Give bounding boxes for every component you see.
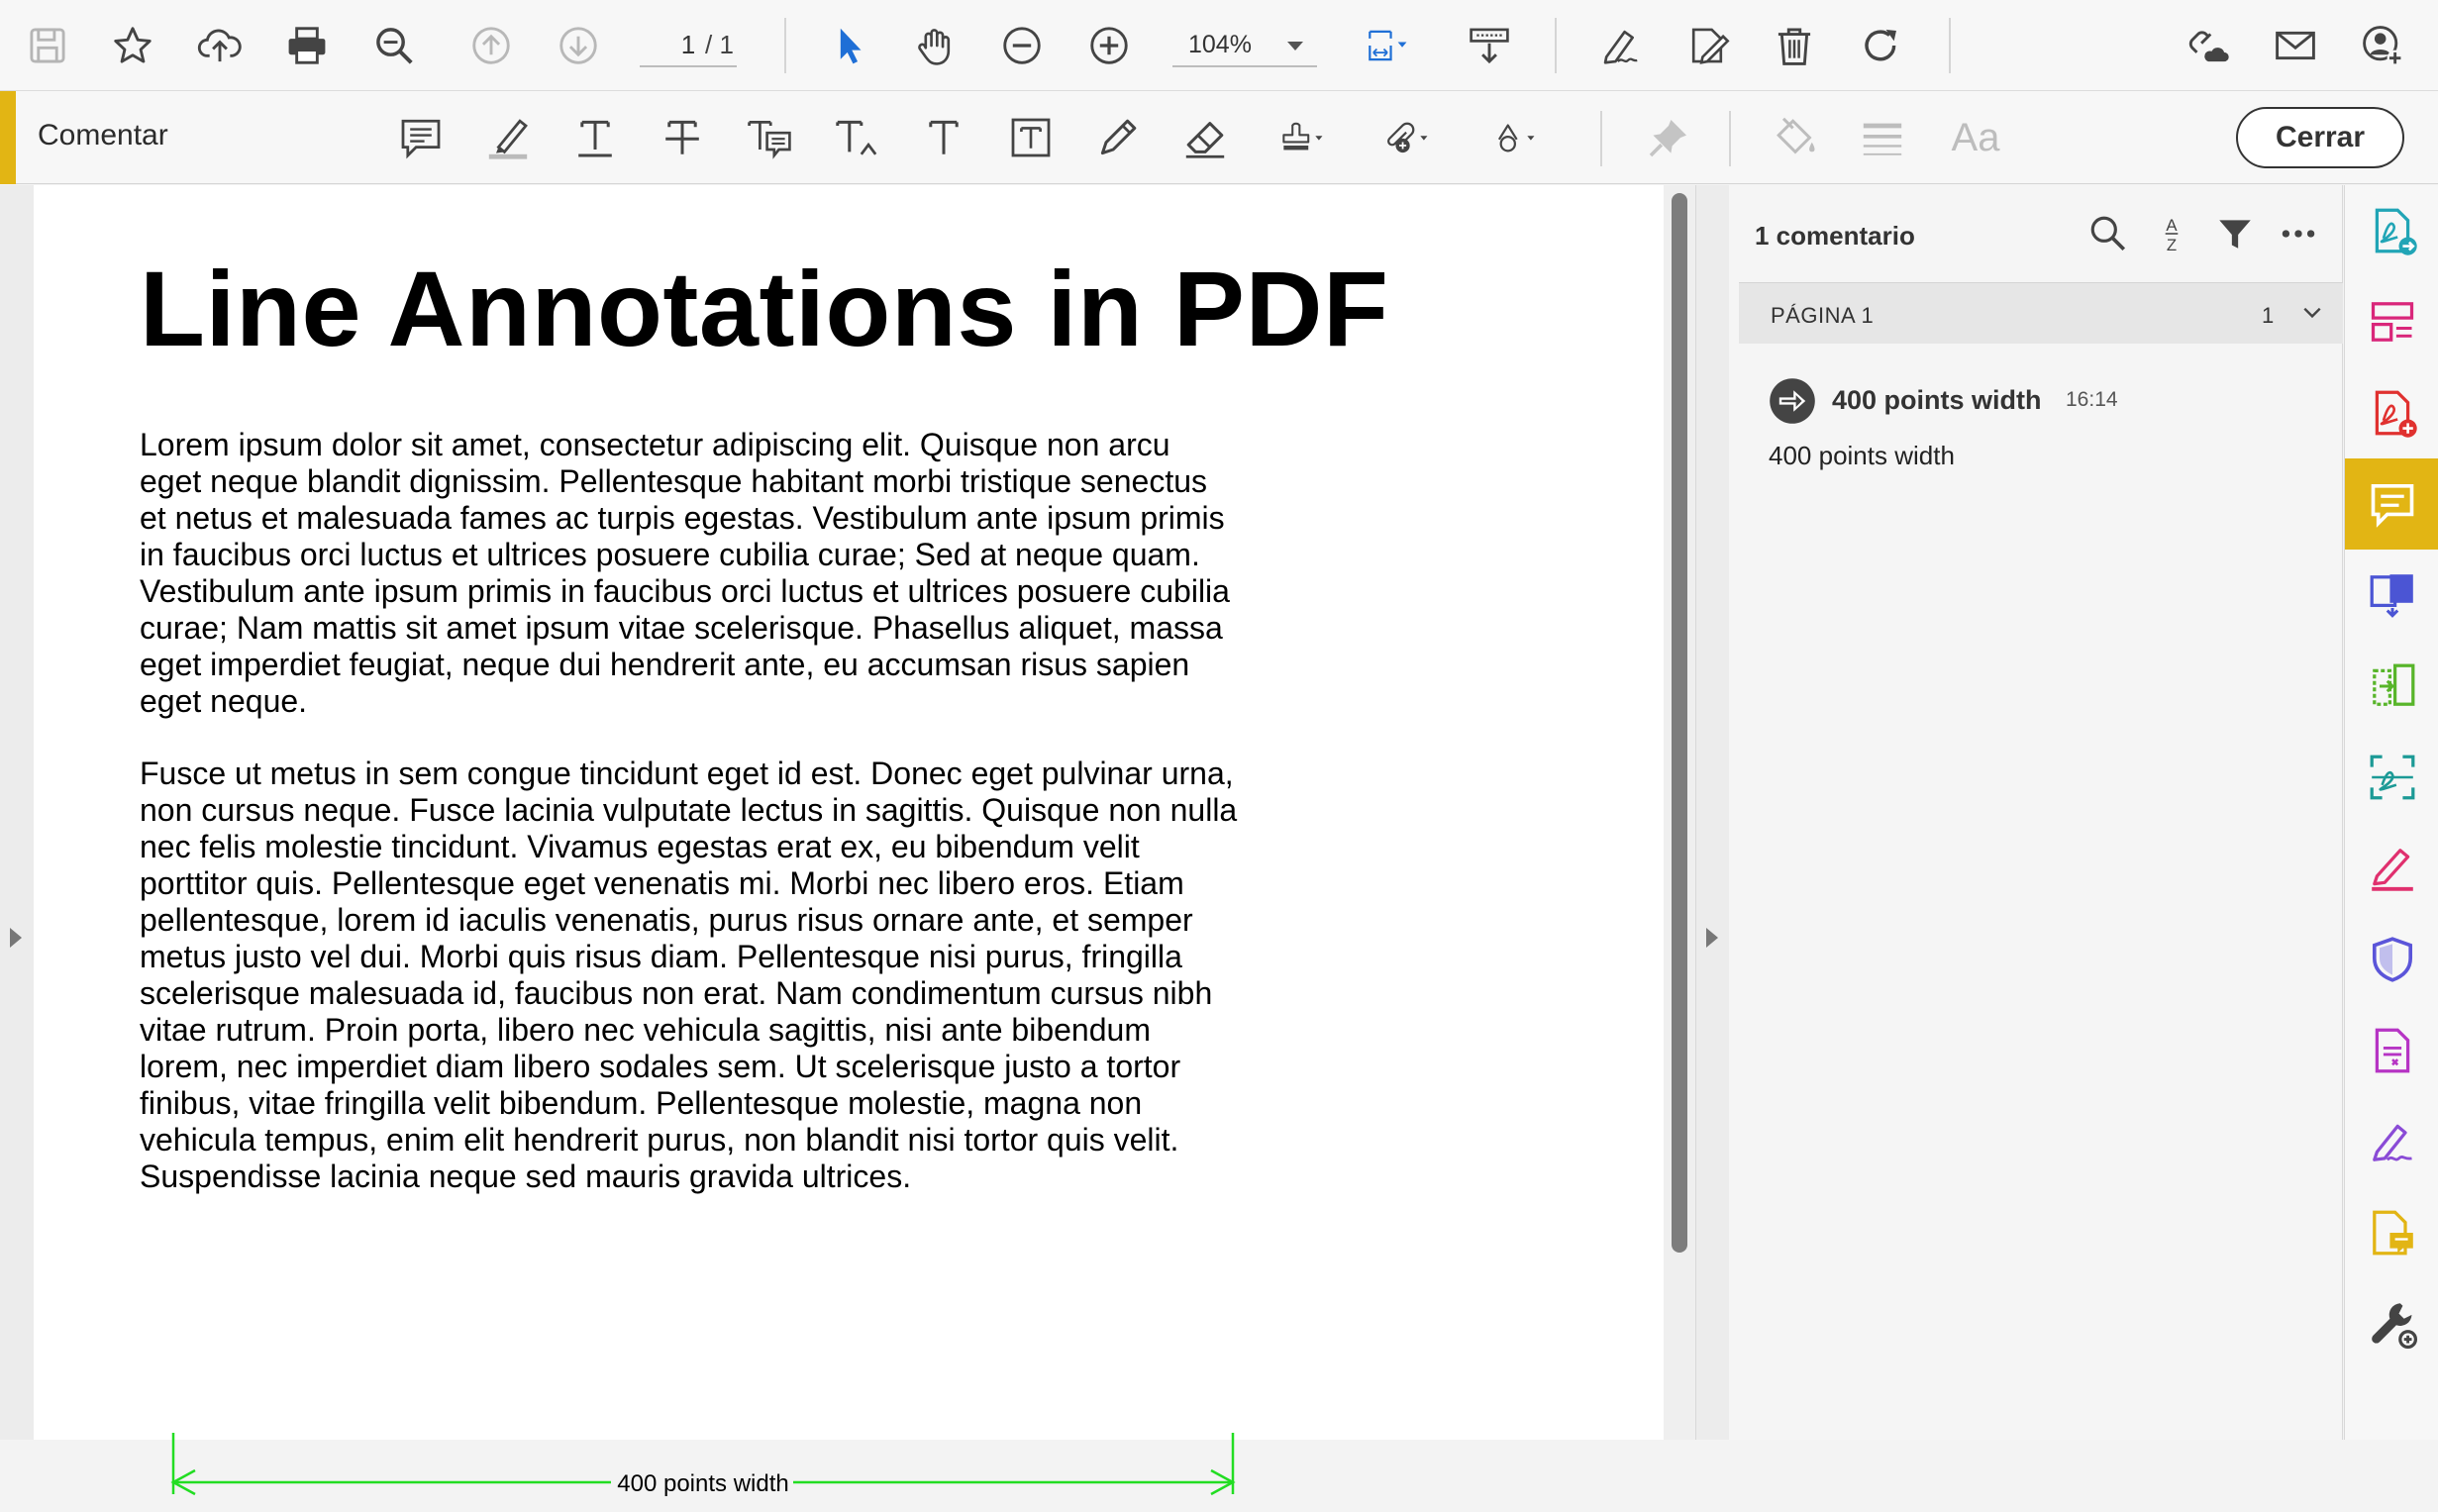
previous-page-icon[interactable] bbox=[465, 20, 517, 71]
pencil-icon[interactable] bbox=[1091, 111, 1145, 164]
comment-count: 1 comentario bbox=[1755, 221, 1915, 251]
document-title: Line Annotations in PDF bbox=[140, 249, 1389, 368]
text-box-icon[interactable] bbox=[1004, 111, 1058, 164]
text-properties-button[interactable]: Aa bbox=[1941, 111, 2010, 164]
add-text-icon[interactable] bbox=[917, 111, 970, 164]
star-icon[interactable] bbox=[107, 20, 158, 71]
line-style-icon[interactable] bbox=[1856, 111, 1909, 164]
hand-tool-icon[interactable] bbox=[909, 20, 961, 71]
pdf-page: Line Annotations in PDF Lorem ipsum dolo… bbox=[34, 185, 1664, 1497]
eraser-icon[interactable] bbox=[1178, 111, 1232, 164]
chevron-down-icon bbox=[1287, 42, 1303, 50]
search-icon[interactable] bbox=[2083, 209, 2133, 258]
toolbar-divider bbox=[1949, 18, 1951, 73]
strikethrough-text-icon[interactable] bbox=[656, 111, 709, 164]
toolbar-divider bbox=[784, 18, 786, 73]
zoom-value: 104% bbox=[1188, 30, 1252, 58]
export-pdf-icon[interactable] bbox=[2345, 185, 2438, 276]
chevron-down-icon bbox=[2303, 307, 2321, 319]
more-options-icon[interactable] bbox=[2274, 209, 2323, 258]
fill-sign-icon[interactable] bbox=[2345, 823, 2438, 914]
organize-pages-icon[interactable] bbox=[2345, 276, 2438, 367]
comment-tool-label: Comentar bbox=[38, 119, 168, 151]
page-total: / 1 bbox=[705, 30, 734, 59]
save-icon[interactable] bbox=[22, 20, 73, 71]
pin-icon[interactable] bbox=[1642, 111, 1695, 164]
highlight-icon[interactable] bbox=[481, 111, 535, 164]
toolbar-divider bbox=[1600, 111, 1602, 166]
comment-toolbar: Comentar Aa Cerrar bbox=[0, 91, 2438, 184]
scan-pdf-icon[interactable] bbox=[2345, 732, 2438, 823]
document-paragraph: Fusce ut metus in sem congue tincidunt e… bbox=[140, 756, 1238, 1194]
main-toolbar: 1 / 1 104% bbox=[0, 0, 2438, 91]
comment-author: 400 points width bbox=[1832, 385, 2042, 415]
comments-panel: 1 comentario AZ PÁGINA 1 1 400 points wi… bbox=[1729, 185, 2343, 1440]
comment-item[interactable]: 400 points width 16:14 400 points width bbox=[1739, 353, 2343, 492]
comment-toolbar-accent bbox=[0, 91, 16, 184]
add-user-icon[interactable] bbox=[2357, 20, 2408, 71]
comment-text: 400 points width bbox=[1769, 441, 1955, 470]
sign-pen-icon[interactable] bbox=[1594, 20, 1646, 71]
request-signature-icon[interactable] bbox=[2345, 1096, 2438, 1187]
close-comment-button[interactable]: Cerrar bbox=[2236, 107, 2404, 168]
send-comments-icon[interactable] bbox=[2345, 1187, 2438, 1278]
svg-text:Z: Z bbox=[2167, 236, 2177, 254]
combine-files-icon[interactable] bbox=[2345, 550, 2438, 641]
fill-color-icon[interactable] bbox=[1769, 111, 1822, 164]
insert-text-icon[interactable] bbox=[830, 111, 883, 164]
comment-tool-icon[interactable] bbox=[2345, 458, 2438, 550]
svg-text:A: A bbox=[2166, 216, 2178, 235]
vertical-scrollbar[interactable] bbox=[1664, 185, 1695, 1440]
link-cloud-icon[interactable] bbox=[2183, 20, 2234, 71]
attach-file-icon[interactable] bbox=[1371, 111, 1444, 164]
document-paragraph: Lorem ipsum dolor sit amet, consectetur … bbox=[140, 427, 1230, 719]
protect-shield-icon[interactable] bbox=[2345, 914, 2438, 1005]
line-annotation[interactable]: 400 points width bbox=[169, 1433, 1239, 1512]
select-cursor-icon[interactable] bbox=[824, 20, 875, 71]
page-group-label: PÁGINA 1 bbox=[1771, 303, 1875, 328]
next-page-icon[interactable] bbox=[553, 20, 604, 71]
zoom-out-icon[interactable] bbox=[996, 20, 1048, 71]
print-icon[interactable] bbox=[281, 20, 333, 71]
optimize-pdf-icon[interactable] bbox=[2345, 1005, 2438, 1096]
drawing-tools-icon[interactable] bbox=[1477, 111, 1551, 164]
replace-text-icon[interactable] bbox=[743, 111, 796, 164]
filter-icon[interactable] bbox=[2210, 209, 2260, 258]
stamp-icon[interactable] bbox=[1266, 111, 1339, 164]
scroll-mode-icon[interactable] bbox=[1464, 20, 1515, 71]
tools-rail bbox=[2344, 185, 2438, 1440]
sort-az-icon[interactable]: AZ bbox=[2147, 209, 2196, 258]
toolbar-divider bbox=[1555, 18, 1557, 73]
underline-text-icon[interactable] bbox=[568, 111, 622, 164]
cloud-upload-icon[interactable] bbox=[194, 20, 246, 71]
scrollbar-thumb[interactable] bbox=[1672, 193, 1687, 1253]
fit-page-icon[interactable] bbox=[1353, 20, 1422, 71]
comment-time: 16:14 bbox=[2066, 388, 2118, 411]
line-annotation-label: 400 points width bbox=[617, 1470, 788, 1497]
zoom-search-icon[interactable] bbox=[368, 20, 420, 71]
chevron-right-icon bbox=[1706, 928, 1718, 948]
line-comment-icon bbox=[1770, 378, 1815, 424]
create-pdf-icon[interactable] bbox=[2345, 367, 2438, 458]
edit-pdf-icon[interactable] bbox=[1681, 20, 1733, 71]
page-group-count: 1 bbox=[2262, 303, 2275, 328]
left-panel-toggle[interactable] bbox=[0, 185, 34, 1440]
chevron-right-icon bbox=[10, 928, 22, 948]
sticky-note-icon[interactable] bbox=[394, 111, 448, 164]
document-viewer: Line Annotations in PDF Lorem ipsum dolo… bbox=[0, 185, 1695, 1497]
email-icon[interactable] bbox=[2270, 20, 2321, 71]
redo-icon[interactable] bbox=[1856, 20, 1907, 71]
toolbar-divider bbox=[1729, 111, 1731, 166]
comments-panel-toggle[interactable] bbox=[1695, 185, 1729, 1440]
zoom-in-icon[interactable] bbox=[1083, 20, 1135, 71]
more-tools-wrench-icon[interactable] bbox=[2345, 1278, 2438, 1369]
trash-icon[interactable] bbox=[1769, 20, 1820, 71]
comment-page-group[interactable]: PÁGINA 1 1 bbox=[1739, 282, 2343, 344]
zoom-select[interactable]: 104% bbox=[1172, 24, 1317, 67]
compare-files-icon[interactable] bbox=[2345, 641, 2438, 732]
